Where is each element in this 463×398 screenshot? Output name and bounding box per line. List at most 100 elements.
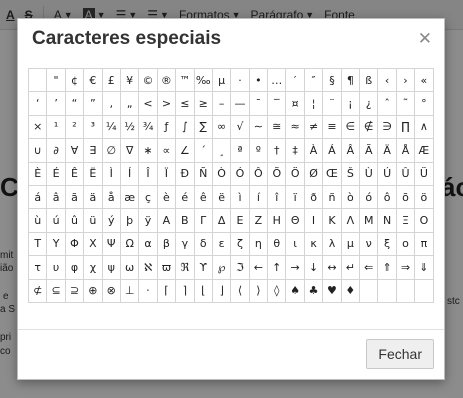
close-button[interactable]: Fechar: [366, 339, 434, 369]
character-cell[interactable]: ⊗: [101, 278, 121, 303]
character-cell[interactable]: [27, 67, 48, 93]
character-cell[interactable]: ¢: [64, 67, 85, 93]
character-cell[interactable]: Ä: [377, 138, 397, 163]
character-cell[interactable]: ý: [101, 208, 121, 233]
character-cell[interactable]: ®: [156, 67, 177, 93]
character-cell[interactable]: ν: [359, 231, 379, 257]
character-cell[interactable]: ↓: [303, 255, 324, 280]
character-cell[interactable]: Ω: [119, 231, 140, 257]
character-cell[interactable]: ê: [193, 184, 213, 210]
character-cell[interactable]: Ï: [156, 161, 177, 186]
character-cell[interactable]: Ú: [377, 161, 397, 186]
character-cell[interactable]: á: [27, 184, 48, 210]
character-cell[interactable]: Å: [395, 138, 416, 163]
character-cell[interactable]: Ì: [101, 161, 121, 186]
character-cell[interactable]: ♦: [340, 278, 361, 303]
character-cell[interactable]: ⇑: [377, 255, 397, 280]
character-cell[interactable]: ℜ: [175, 255, 195, 280]
character-cell[interactable]: °: [414, 91, 434, 116]
character-cell[interactable]: Ü: [414, 161, 434, 186]
character-cell[interactable]: ⊕: [83, 278, 103, 303]
character-cell[interactable]: ¿: [359, 91, 379, 116]
character-cell[interactable]: ψ: [101, 255, 121, 280]
character-cell[interactable]: ⋅: [138, 278, 158, 303]
character-cell[interactable]: α: [138, 231, 158, 257]
character-cell[interactable]: Η: [267, 208, 287, 233]
character-cell[interactable]: Í: [119, 161, 140, 186]
character-cell[interactable]: Î: [138, 161, 158, 186]
character-cell[interactable]: €: [83, 67, 103, 93]
character-cell[interactable]: ⊄: [27, 278, 48, 303]
character-cell[interactable]: ∠: [175, 138, 195, 163]
character-cell[interactable]: Ξ: [395, 208, 416, 233]
character-cell[interactable]: ϖ: [156, 255, 177, 280]
character-cell[interactable]: ℘: [211, 255, 232, 280]
character-cell[interactable]: ⊆: [46, 278, 66, 303]
character-cell[interactable]: ©: [138, 67, 158, 93]
character-cell[interactable]: ∗: [138, 138, 158, 163]
character-cell[interactable]: µ: [211, 67, 232, 93]
character-cell[interactable]: Ô: [248, 161, 269, 186]
character-cell[interactable]: ‘: [27, 91, 48, 116]
character-cell[interactable]: ∫: [175, 114, 195, 140]
character-cell[interactable]: ⟨: [230, 278, 250, 303]
character-cell[interactable]: Û: [395, 161, 416, 186]
character-cell[interactable]: ↔: [322, 255, 342, 280]
character-cell[interactable]: δ: [193, 231, 213, 257]
character-cell[interactable]: Θ: [285, 208, 305, 233]
character-cell[interactable]: ♠: [285, 278, 305, 303]
character-cell[interactable]: ë: [211, 184, 232, 210]
character-cell[interactable]: ⌊: [193, 278, 213, 303]
character-cell[interactable]: κ: [303, 231, 324, 257]
character-cell[interactable]: è: [156, 184, 177, 210]
character-cell[interactable]: ¤: [285, 91, 305, 116]
character-cell[interactable]: â: [46, 184, 66, 210]
character-cell[interactable]: ¼: [101, 114, 121, 140]
character-cell[interactable]: Ψ: [101, 231, 121, 257]
character-cell[interactable]: ω: [119, 255, 140, 280]
character-cell[interactable]: ‰: [193, 67, 213, 93]
character-cell[interactable]: ≥: [193, 91, 213, 116]
character-cell[interactable]: ÿ: [138, 208, 158, 233]
character-cell[interactable]: ⇐: [359, 255, 379, 280]
character-cell[interactable]: ∃: [83, 138, 103, 163]
character-cell[interactable]: ℑ: [230, 255, 250, 280]
character-cell[interactable]: Ν: [377, 208, 397, 233]
character-cell[interactable]: é: [175, 184, 195, 210]
character-cell[interactable]: „: [119, 91, 140, 116]
character-cell[interactable]: ƒ: [156, 114, 177, 140]
character-cell[interactable]: ¦: [303, 91, 324, 116]
character-cell[interactable]: π: [414, 231, 434, 257]
character-cell[interactable]: Τ: [27, 231, 48, 257]
character-cell[interactable]: ˆ: [377, 91, 397, 116]
character-cell[interactable]: Ö: [285, 161, 305, 186]
character-cell[interactable]: Á: [322, 138, 342, 163]
character-cell[interactable]: λ: [322, 231, 342, 257]
character-cell[interactable]: ü: [83, 208, 103, 233]
character-cell[interactable]: ñ: [322, 184, 342, 210]
character-cell[interactable]: ζ: [230, 231, 250, 257]
character-cell[interactable]: º: [248, 138, 269, 163]
character-cell[interactable]: ↵: [340, 255, 361, 280]
character-cell[interactable]: õ: [395, 184, 416, 210]
character-cell[interactable]: ⇓: [414, 255, 434, 280]
character-cell[interactable]: μ: [340, 231, 361, 257]
character-cell[interactable]: ◊: [267, 278, 287, 303]
character-cell[interactable]: ∀: [64, 138, 85, 163]
character-cell[interactable]: —: [230, 91, 250, 116]
character-cell[interactable]: ð: [303, 184, 324, 210]
character-cell[interactable]: Μ: [359, 208, 379, 233]
character-cell[interactable]: υ: [46, 255, 66, 280]
character-cell[interactable]: ∈: [340, 114, 361, 140]
character-cell[interactable]: ↑: [267, 255, 287, 280]
character-cell[interactable]: å: [101, 184, 121, 210]
character-cell[interactable]: ∉: [359, 114, 379, 140]
character-cell[interactable]: Æ: [414, 138, 434, 163]
character-cell[interactable]: ˜: [395, 91, 416, 116]
character-cell[interactable]: †: [267, 138, 287, 163]
character-cell[interactable]: ¡: [340, 91, 361, 116]
character-cell[interactable]: γ: [175, 231, 195, 257]
character-cell[interactable]: ×: [27, 114, 48, 140]
character-cell[interactable]: À: [303, 138, 324, 163]
character-cell[interactable]: ε: [211, 231, 232, 257]
